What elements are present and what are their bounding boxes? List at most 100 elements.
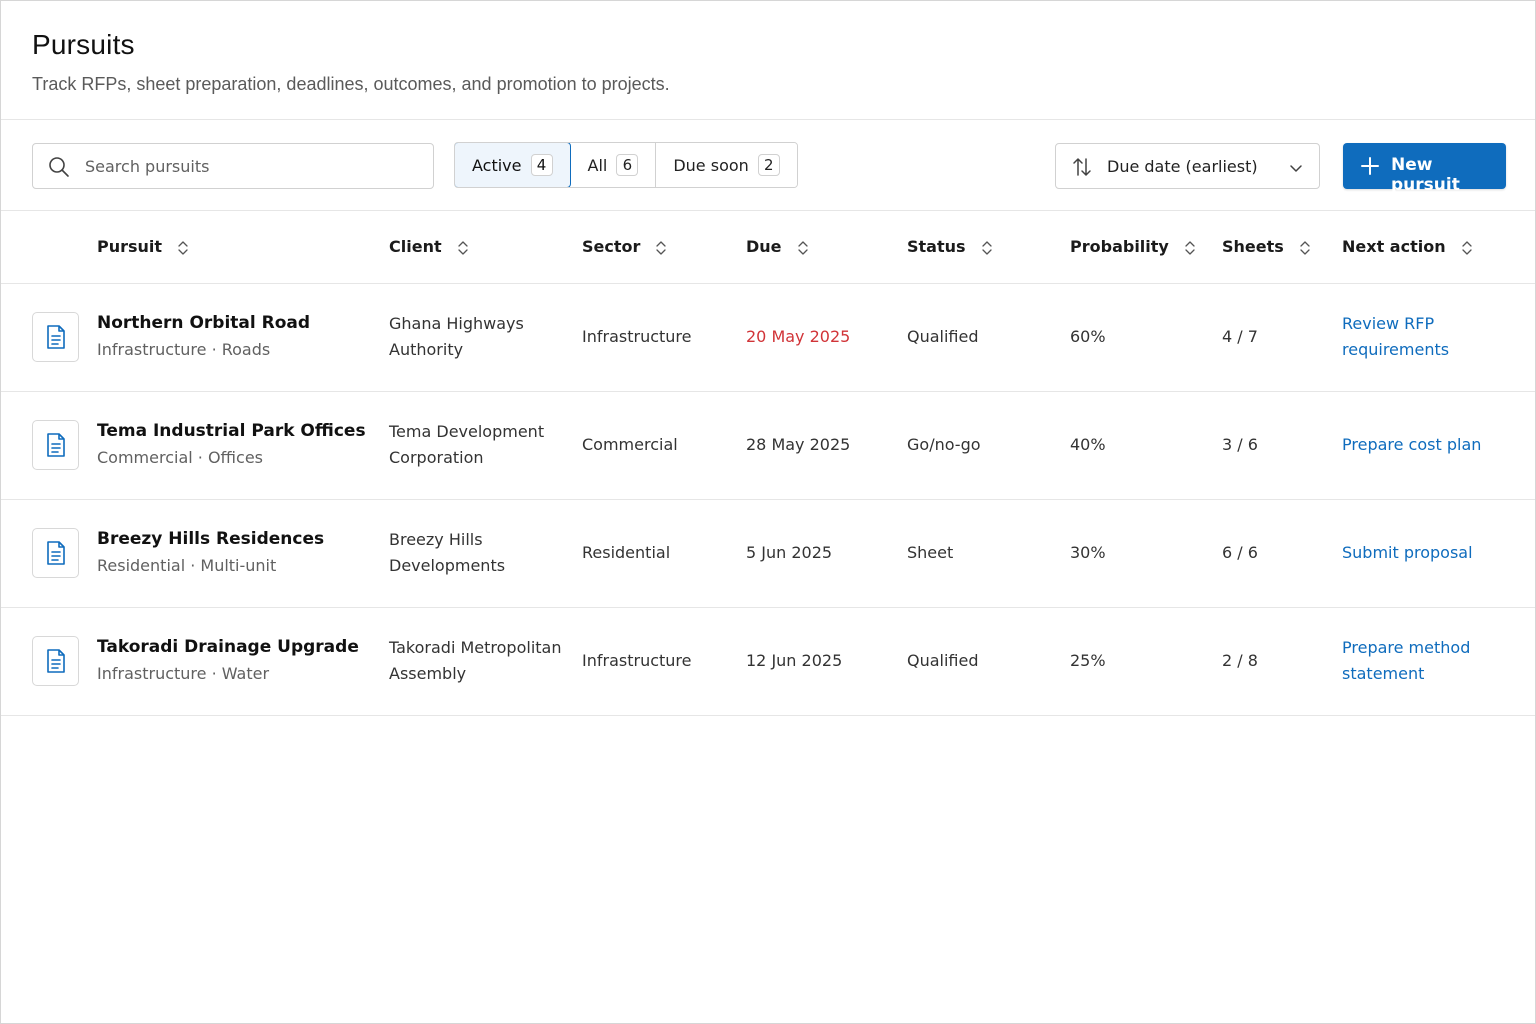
sort-dropdown[interactable]: Due date (earliest) [1055, 143, 1320, 189]
client-cell: Takoradi Metropolitan Assembly [389, 638, 562, 683]
table-header-row: Pursuit Client Sector Due Status Probabi… [1, 211, 1535, 283]
next-action-cell: Prepare cost plan [1342, 391, 1535, 499]
status-cell: Qualified [907, 327, 979, 346]
document-icon [32, 312, 79, 362]
document-icon [32, 420, 79, 470]
column-label: Sector [582, 237, 641, 257]
pursuit-cell[interactable]: Tema Industrial Park Offices Commercial ·… [97, 391, 389, 499]
filter-due-soon[interactable]: Due soon 2 [656, 143, 797, 187]
pursuit-cell[interactable]: Northern Orbital Road Infrastructure · Ro… [97, 283, 389, 391]
sort-arrows-icon [1300, 241, 1310, 255]
filter-due-soon-count: 2 [757, 154, 780, 176]
new-pursuit-button[interactable]: New pursuit [1343, 143, 1506, 195]
new-pursuit-label: New pursuit [1391, 155, 1460, 195]
pursuit-meta: Infrastructure · Roads [97, 340, 271, 359]
table-row[interactable]: Northern Orbital Road Infrastructure · Ro… [1, 283, 1535, 391]
sector-cell: Commercial [582, 435, 678, 454]
column-header-sector[interactable]: Sector [582, 211, 746, 283]
pursuit-cell[interactable]: Takoradi Drainage Upgrade Infrastructure … [97, 607, 389, 715]
page-title: Pursuits [32, 29, 135, 60]
due-cell: 12 Jun 2025 [746, 651, 843, 670]
next-action-link[interactable]: Review RFP requirements [1342, 314, 1449, 359]
row-icon-cell [1, 499, 97, 607]
filter-all-label: All [587, 155, 608, 175]
filter-segments: Active 4 All 6 Due soon 2 [454, 142, 798, 188]
table-row[interactable]: Breezy Hills Residences Residential · Mul… [1, 499, 1535, 607]
probability-cell: 30% [1070, 543, 1106, 562]
sort-arrows-icon [1071, 156, 1093, 178]
column-header-client[interactable]: Client [389, 211, 582, 283]
column-label: Due [746, 237, 782, 257]
status-cell: Sheet [907, 543, 954, 562]
sort-arrows-icon [457, 241, 468, 255]
sheets-cell: 2 / 8 [1222, 651, 1258, 670]
column-header-sheets[interactable]: Sheets [1222, 211, 1342, 283]
document-icon [32, 636, 79, 686]
column-label: Probability [1070, 237, 1169, 257]
filter-all-count: 6 [616, 154, 639, 176]
column-header-status[interactable]: Status [907, 211, 1070, 283]
pursuit-meta: Infrastructure · Water [97, 664, 270, 683]
due-cell: 28 May 2025 [746, 435, 851, 454]
filter-due-soon-label: Due soon [673, 155, 749, 175]
row-icon-cell [1, 607, 97, 715]
next-action-cell: Prepare method statement [1342, 607, 1535, 715]
chevron-down-icon [1289, 160, 1303, 174]
column-label: Sheets [1222, 237, 1284, 257]
filter-active[interactable]: Active 4 [454, 143, 571, 187]
row-icon-cell [1, 283, 97, 391]
search-icon [48, 156, 70, 178]
sector-cell: Residential [582, 543, 671, 562]
status-cell: Qualified [907, 651, 979, 670]
toolbar: Active 4 All 6 Due soon 2 Due date (earl… [1, 120, 1535, 211]
column-header-pursuit[interactable]: Pursuit [97, 211, 389, 283]
due-cell: 5 Jun 2025 [746, 543, 833, 562]
probability-cell: 60% [1070, 327, 1106, 346]
sort-arrows-icon [1461, 241, 1472, 255]
search-box[interactable] [32, 143, 434, 189]
pursuit-name[interactable]: Tema Industrial Park Offices [97, 418, 389, 444]
client-cell: Ghana Highways Authority [389, 314, 524, 359]
column-label: Pursuit [97, 237, 163, 257]
column-header-probability[interactable]: Probability [1070, 211, 1222, 283]
status-cell: Go/no-go [907, 435, 981, 454]
filter-active-count: 4 [530, 154, 553, 176]
next-action-cell: Submit proposal [1342, 499, 1535, 607]
sort-arrows-icon [178, 241, 188, 255]
sector-cell: Infrastructure [582, 327, 692, 346]
client-cell: Tema Development Corporation [389, 422, 545, 467]
page-header: Pursuits Track RFPs, sheet preparation, … [1, 1, 1535, 120]
sheets-cell: 4 / 7 [1222, 327, 1258, 346]
pursuit-name[interactable]: Takoradi Drainage Upgrade [97, 634, 389, 660]
document-icon [32, 528, 79, 578]
due-cell: 20 May 2025 [746, 327, 851, 346]
column-header-next-action[interactable]: Next action [1342, 211, 1535, 283]
next-action-link[interactable]: Prepare cost plan [1342, 435, 1481, 454]
probability-cell: 40% [1070, 435, 1106, 454]
column-label: Next action [1342, 237, 1446, 257]
probability-cell: 25% [1070, 651, 1106, 670]
pursuit-name[interactable]: Northern Orbital Road [97, 310, 389, 336]
sort-arrows-icon [797, 241, 808, 255]
row-icon-cell [1, 391, 97, 499]
pursuits-page: Pursuits Track RFPs, sheet preparation, … [0, 0, 1536, 1024]
column-label: Client [389, 237, 442, 257]
sort-label: Due date (earliest) [1107, 157, 1258, 176]
next-action-link[interactable]: Submit proposal [1342, 543, 1473, 562]
sector-cell: Infrastructure [582, 651, 692, 670]
page-subtitle: Track RFPs, sheet preparation, deadlines… [32, 74, 670, 94]
client-cell: Breezy Hills Developments [389, 530, 506, 575]
next-action-link[interactable]: Prepare method statement [1342, 638, 1470, 683]
column-header-due[interactable]: Due [746, 211, 907, 283]
next-action-cell: Review RFP requirements [1342, 283, 1535, 391]
filter-all[interactable]: All 6 [570, 143, 657, 187]
table-row[interactable]: Tema Industrial Park Offices Commercial ·… [1, 391, 1535, 499]
pursuit-name[interactable]: Breezy Hills Residences [97, 526, 389, 552]
pursuit-cell[interactable]: Breezy Hills Residences Residential · Mul… [97, 499, 389, 607]
pursuit-meta: Commercial · Offices [97, 448, 263, 467]
sort-arrows-icon [656, 241, 667, 255]
pursuit-meta: Residential · Multi-unit [97, 556, 277, 575]
table-row[interactable]: Takoradi Drainage Upgrade Infrastructure … [1, 607, 1535, 715]
search-input[interactable] [85, 144, 425, 188]
sort-arrows-icon [981, 241, 992, 255]
